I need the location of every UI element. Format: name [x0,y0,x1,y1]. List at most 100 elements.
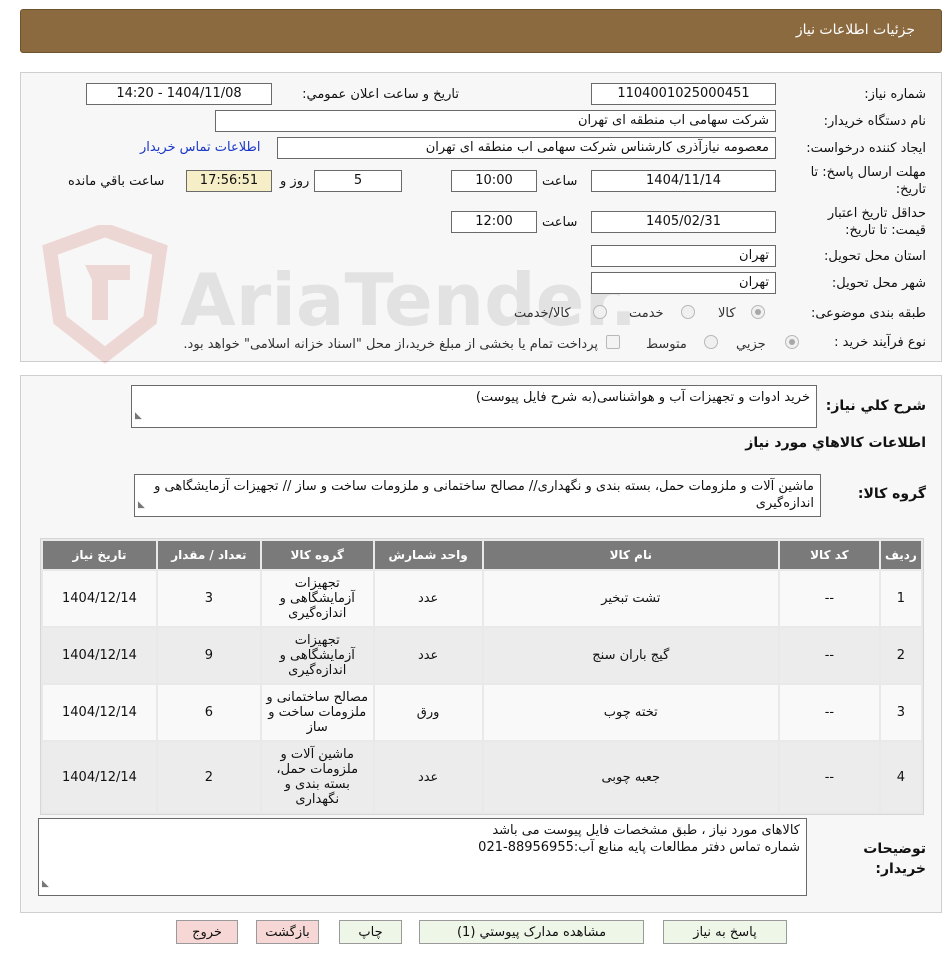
category-label: طبقه بندی موضوعی: [810,306,926,321]
need-number-field: 1104001025000451 [591,83,776,105]
table-header-row: ردیف کد کالا نام کالا واحد شمارش گروه کا… [43,541,921,569]
buyer-notes-label: توضیحات خریدار: [863,841,926,877]
table-row[interactable]: 2 -- گیج باران سنج عدد تجهیزات آزمایشگاه… [43,628,921,683]
cell-row: 1 [880,571,921,626]
back-button[interactable]: بازگشت [256,920,319,944]
cell-unit: عدد [374,571,482,626]
goods-section-title: اطلاعات کالاهاي مورد نیاز [745,435,926,451]
goods-group-field: ماشین آلات و ملزومات حمل، بسته بندی و نگ… [134,474,821,517]
city-label: شهر محل تحویل: [831,276,926,291]
days-field: 5 [314,170,402,192]
cell-name: تخته چوب [483,685,778,740]
summary-text: خرید ادوات و تجهیزات آب و هواشناسی(به شر… [475,390,810,405]
validity-time-label: ساعت [542,215,578,230]
cell-group: تجهیزات آزمایشگاهی و اندازه‌گیری [261,628,373,683]
announce-label: تاریخ و ساعت اعلان عمومي: [302,87,459,102]
cell-group: ماشین آلات و ملزومات حمل، بسته بندی و نگ… [261,742,373,812]
goods-group-text: ماشین آلات و ملزومات حمل، بسته بندی و نگ… [154,479,814,511]
deadline-date-field: 1404/11/14 [591,170,776,192]
resize-grip-icon[interactable]: ◢ [42,876,49,893]
cell-unit: عدد [374,742,482,812]
cell-code: -- [779,742,879,812]
cell-name: جعبه چوبی [483,742,778,812]
deadline-label: مهلت ارسال پاسخ: تا تاریخ: [810,165,926,197]
cell-name: گیج باران سنج [483,628,778,683]
category-option-service: خدمت [629,306,664,321]
days-label: روز و [280,174,310,189]
view-attachments-button[interactable]: مشاهده مدارک پیوستي (1) [419,920,644,944]
purchase-radio-minor[interactable] [785,335,799,349]
buyer-notes-line-1: کالاهای مورد نیاز ، طبق مشخصات فایل پیوس… [492,823,800,838]
treasury-checkbox[interactable] [606,335,620,349]
cell-row: 4 [880,742,921,812]
table-row[interactable]: 3 -- تخته چوب ورق مصالح ساختمانی و ملزوم… [43,685,921,740]
deadline-time-label: ساعت [542,174,578,189]
column-header-date: تاریخ نیاز [43,541,156,569]
cell-code: -- [779,628,879,683]
buyer-notes-field: کالاهای مورد نیاز ، طبق مشخصات فایل پیوس… [38,818,807,896]
province-field: تهران [591,245,776,267]
purchase-option-minor: جزیي [736,337,766,352]
cell-date: 1404/12/14 [43,685,156,740]
category-radio-goods[interactable] [751,305,765,319]
column-header-code: کد کالا [779,541,879,569]
resize-grip-icon[interactable]: ◢ [135,408,142,425]
cell-row: 2 [880,628,921,683]
cell-row: 3 [880,685,921,740]
column-header-name: نام کالا [483,541,778,569]
deadline-time-field: 10:00 [451,170,537,192]
goods-group-label: گروه کالا: [857,486,926,502]
province-label: استان محل تحویل: [824,249,926,264]
city-field: تهران [591,272,776,294]
creator-field: معصومه نیازآذری کارشناس شرکت سهامی اب من… [277,137,776,159]
print-button[interactable]: چاپ [339,920,402,944]
purchase-option-medium: متوسط [646,337,687,352]
purchase-radio-medium[interactable] [704,335,718,349]
cell-date: 1404/12/14 [43,628,156,683]
cell-qty: 6 [157,685,260,740]
resize-grip-icon[interactable]: ◢ [138,497,145,514]
announce-field: 1404/11/08 - 14:20 [86,83,272,105]
validity-time-field: 12:00 [451,211,537,233]
remaining-label: ساعت باقي مانده [68,174,165,189]
cell-qty: 9 [157,628,260,683]
treasury-note: پرداخت تمام یا بخشی از مبلغ خرید،از محل … [183,337,598,352]
cell-qty: 3 [157,571,260,626]
category-option-goods-service: کالا/خدمت [514,306,571,321]
page-header: جزئیات اطلاعات نیاز [20,9,942,53]
summary-field: خرید ادوات و تجهیزات آب و هواشناسی(به شر… [131,385,817,428]
reply-button[interactable]: پاسخ به نیاز [663,920,787,944]
goods-table: ردیف کد کالا نام کالا واحد شمارش گروه کا… [40,538,924,815]
cell-unit: عدد [374,628,482,683]
buyer-contact-link[interactable]: اطلاعات تماس خریدار [140,140,260,155]
cell-code: -- [779,571,879,626]
validity-label: حداقل تاریخ اعتبار قیمت: تا تاریخ: [827,206,926,238]
category-option-goods: کالا [718,306,736,321]
column-header-row: ردیف [880,541,921,569]
column-header-unit: واحد شمارش [374,541,482,569]
cell-date: 1404/12/14 [43,742,156,812]
category-radio-goods-service[interactable] [593,305,607,319]
buyer-notes-line-2: شماره تماس دفتر مطالعات پایه منابع آب:88… [478,840,800,855]
validity-date-field: 1405/02/31 [591,211,776,233]
cell-group: تجهیزات آزمایشگاهی و اندازه‌گیری [261,571,373,626]
column-header-qty: تعداد / مقدار [157,541,260,569]
buyer-label: نام دستگاه خریدار: [823,114,926,129]
cell-unit: ورق [374,685,482,740]
purchase-type-label: نوع فرآیند خرید : [834,335,926,350]
summary-label: شرح کلي نیاز: [825,398,926,414]
creator-label: ایجاد کننده درخواست: [806,141,926,156]
cell-date: 1404/12/14 [43,571,156,626]
buyer-field: شرکت سهامی اب منطقه ای تهران [215,110,776,132]
exit-button[interactable]: خروج [176,920,238,944]
page-title: جزئیات اطلاعات نیاز [795,22,915,38]
remaining-time-field: 17:56:51 [186,170,272,192]
cell-name: تشت تبخیر [483,571,778,626]
table-row[interactable]: 1 -- تشت تبخیر عدد تجهیزات آزمایشگاهی و … [43,571,921,626]
need-number-label: شماره نیاز: [864,87,926,102]
table-row[interactable]: 4 -- جعبه چوبی عدد ماشین آلات و ملزومات … [43,742,921,812]
cell-code: -- [779,685,879,740]
cell-group: مصالح ساختمانی و ملزومات ساخت و ساز [261,685,373,740]
category-radio-service[interactable] [681,305,695,319]
cell-qty: 2 [157,742,260,812]
